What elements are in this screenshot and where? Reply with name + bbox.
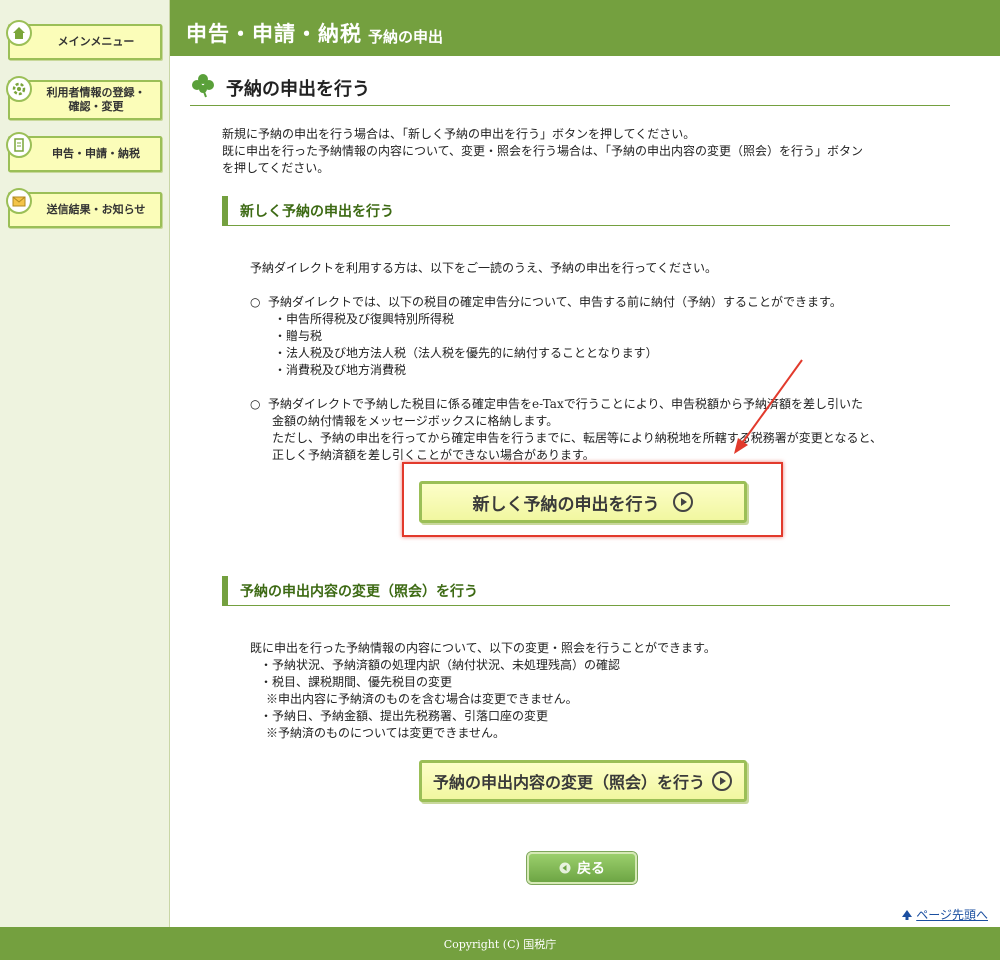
intro-line: 既に申出を行った予納情報の内容について、変更・照会を行う場合は、「予納の申出内容… xyxy=(222,144,864,158)
back-button-label: 戻る xyxy=(577,861,605,877)
list-note: ※申出内容に予納済のものを含む場合は変更できません。 xyxy=(266,692,578,706)
tax-item: ・消費税及び地方消費税 xyxy=(274,363,407,377)
copyright-text: Copyright (C) 国税庁 xyxy=(443,937,557,951)
sidebar-item-user-info[interactable]: 利用者情報の登録・ 確認・変更 xyxy=(6,76,162,120)
page-title-row: 予納の申出を行う xyxy=(190,70,950,106)
page-top-label: ページ先頭へ xyxy=(916,908,988,922)
tax-item: ・申告所得税及び復興特別所得税 xyxy=(274,312,455,326)
list-item: ・予納状況、予納済額の処理内訳（納付状況、未処理残高）の確認 xyxy=(260,658,621,672)
mail-icon xyxy=(6,188,32,214)
item-text: 予納ダイレクトでは、以下の税目の確定申告分について、申告する前に納付（予納）する… xyxy=(268,295,842,309)
back-button[interactable]: 戻る xyxy=(527,852,637,884)
section-heading-change: 予納の申出内容の変更（照会）を行う xyxy=(222,576,950,606)
intro-text: 新規に予納の申出を行う場合は、「新しく予納の申出を行う」ボタンを押してください。… xyxy=(222,126,962,177)
sidebar-item-label: メインメニュー xyxy=(57,35,135,48)
list-item: ・税目、課税期間、優先税目の変更 xyxy=(260,675,453,689)
sidebar-item-label: 送信結果・お知らせ xyxy=(46,203,146,216)
sidebar-item-main-menu[interactable]: メインメニュー xyxy=(6,20,162,60)
section2-text: 既に申出を行った予納情報の内容について、以下の変更・照会を行うことができます。 … xyxy=(250,640,950,742)
sidebar-item-label: 申告・申請・納税 xyxy=(52,147,140,160)
bullet-circle: ○ xyxy=(250,397,261,411)
item-text: ただし、予納の申出を行ってから確定申告を行うまでに、転居等により納税地を所轄する… xyxy=(272,431,882,445)
section1-item2: ○ 予納ダイレクトで予納した税目に係る確定申告をe-Taxで行うことにより、申告税… xyxy=(250,396,970,464)
list-line: 既に申出を行った予納情報の内容について、以下の変更・照会を行うことができます。 xyxy=(250,641,716,655)
settings-icon xyxy=(6,76,32,102)
tax-item: ・法人税及び地方法人税（法人税を優先的に納付することとなります） xyxy=(274,346,658,360)
page-header: 申告・申請・納税 予納の申出 xyxy=(170,0,1000,56)
sidebar-item-label-group: 利用者情報の登録・ 確認・変更 xyxy=(47,86,146,114)
header-subtitle: 予納の申出 xyxy=(368,28,444,46)
section-heading-new: 新しく予納の申出を行う xyxy=(222,196,950,226)
header-title: 申告・申請・納税 xyxy=(186,21,362,46)
list-item: ・予納日、予納金額、提出先税務署、引落口座の変更 xyxy=(260,709,549,723)
button-label: 新しく予納の申出を行う xyxy=(472,494,660,515)
intro-line: 新規に予納の申出を行う場合は、「新しく予納の申出を行う」ボタンを押してください。 xyxy=(222,127,696,141)
sidebar-item-label-line2: 確認・変更 xyxy=(68,100,124,113)
change-inquiry-button[interactable]: 予納の申出内容の変更（照会）を行う xyxy=(419,760,747,802)
sidebar-item-label-line1: 利用者情報の登録・ xyxy=(46,86,146,99)
section1-lead: 予納ダイレクトを利用する方は、以下をご一読のうえ、予納の申出を行ってください。 xyxy=(250,261,718,275)
sidebar-item-declaration[interactable]: 申告・申請・納税 xyxy=(6,132,162,172)
button-label: 予納の申出内容の変更（照会）を行う xyxy=(432,773,705,792)
sidebar: メインメニュー 利用者情報の登録・ 確認・変更 申告・申請・納税 送信結果・お知… xyxy=(0,0,170,927)
page-top-link[interactable]: ページ先頭へ xyxy=(901,906,988,923)
clover-icon xyxy=(192,73,214,97)
section1-item1: ○ 予納ダイレクトでは、以下の税目の確定申告分について、申告する前に納付（予納）す… xyxy=(250,294,960,379)
main-content: 予納の申出を行う 新規に予納の申出を行う場合は、「新しく予納の申出を行う」ボタン… xyxy=(170,56,1000,927)
item-text: 金額の納付情報をメッセージボックスに格納します。 xyxy=(272,414,559,428)
play-circle-icon xyxy=(672,492,693,512)
tax-item: ・贈与税 xyxy=(274,329,323,343)
page-title: 予納の申出を行う xyxy=(226,78,370,100)
sidebar-item-results[interactable]: 送信結果・お知らせ xyxy=(6,188,162,228)
new-application-button[interactable]: 新しく予納の申出を行う xyxy=(419,481,747,523)
document-icon xyxy=(6,132,32,158)
annotation-arrow-icon xyxy=(734,359,803,454)
up-arrow-icon xyxy=(902,909,913,920)
intro-line: を押してください。 xyxy=(222,161,330,175)
home-icon xyxy=(6,20,32,46)
footer: Copyright (C) 国税庁 xyxy=(0,927,1000,960)
list-note: ※予納済のものについては変更できません。 xyxy=(266,726,506,740)
bullet-circle: ○ xyxy=(250,295,261,309)
play-circle-icon xyxy=(712,771,732,791)
back-arrow-icon xyxy=(559,862,571,874)
